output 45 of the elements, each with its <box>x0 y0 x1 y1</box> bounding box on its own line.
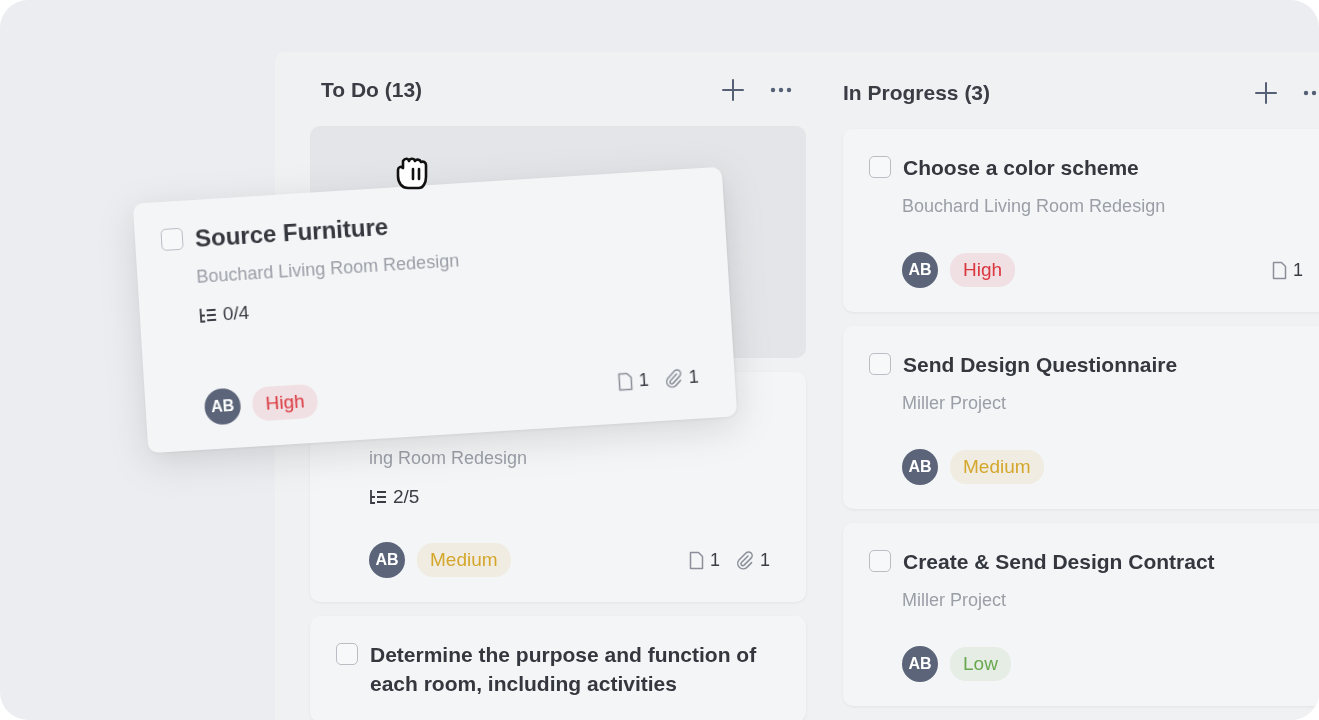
task-card[interactable]: Create & Send Design Contract Miller Project AB Low <box>843 523 1319 706</box>
project-name: Miller Project <box>902 392 1008 415</box>
more-icon[interactable] <box>1303 90 1319 96</box>
avatar: AB <box>902 449 938 485</box>
task-title: Send Design Questionnaire <box>903 352 1178 378</box>
priority-tag: High <box>950 253 1016 287</box>
paperclip-icon <box>736 550 754 570</box>
document-count: 1 <box>709 549 720 571</box>
priority-tag: High <box>251 383 319 422</box>
task-title: Determine the purpose and function of each room, including activities <box>370 642 758 697</box>
checkbox[interactable] <box>869 550 891 572</box>
subtask-count: 2/5 <box>393 486 420 508</box>
avatar: AB <box>902 252 938 288</box>
avatar: AB <box>902 646 938 682</box>
attachment-count: 1 <box>760 549 770 571</box>
more-icon[interactable] <box>770 87 792 93</box>
checkbox[interactable] <box>869 353 891 375</box>
subtask-count: 0/4 <box>222 301 250 326</box>
avatar: AB <box>369 542 405 578</box>
task-card[interactable]: Send Design Questionnaire Miller Project AB Medium <box>843 326 1319 509</box>
task-title: Choose a color scheme <box>903 155 1139 181</box>
project-name: Bouchard Living Room Redesign <box>902 195 1167 218</box>
task-card[interactable]: Choose a color scheme Bouchard Living Room Redesign AB High 1 <box>843 129 1319 312</box>
priority-tag: Medium <box>950 450 1044 484</box>
document-icon <box>1272 260 1287 280</box>
document-count: 1 <box>638 369 650 391</box>
project-name: Miller Project <box>902 589 1008 612</box>
paperclip-icon <box>664 368 684 389</box>
document-count: 1 <box>1293 259 1303 281</box>
priority-tag: Low <box>950 647 1011 681</box>
avatar: AB <box>203 387 242 426</box>
checkbox[interactable] <box>336 643 358 665</box>
plus-icon[interactable] <box>1255 82 1277 104</box>
column-title: In Progress (3) <box>843 81 992 105</box>
priority-tag: Medium <box>417 543 511 577</box>
checkbox[interactable] <box>160 227 184 252</box>
column-title: To Do (13) <box>320 78 424 102</box>
plus-icon[interactable] <box>722 79 744 101</box>
document-icon <box>617 371 634 392</box>
checkbox[interactable] <box>869 156 891 178</box>
task-card[interactable]: Determine the purpose and function of each room, including activities <box>310 616 806 720</box>
document-icon <box>688 550 704 570</box>
subtasks-icon <box>369 489 387 505</box>
subtasks-icon <box>198 306 218 324</box>
task-title: Create & Send Design Contract <box>903 549 1215 575</box>
